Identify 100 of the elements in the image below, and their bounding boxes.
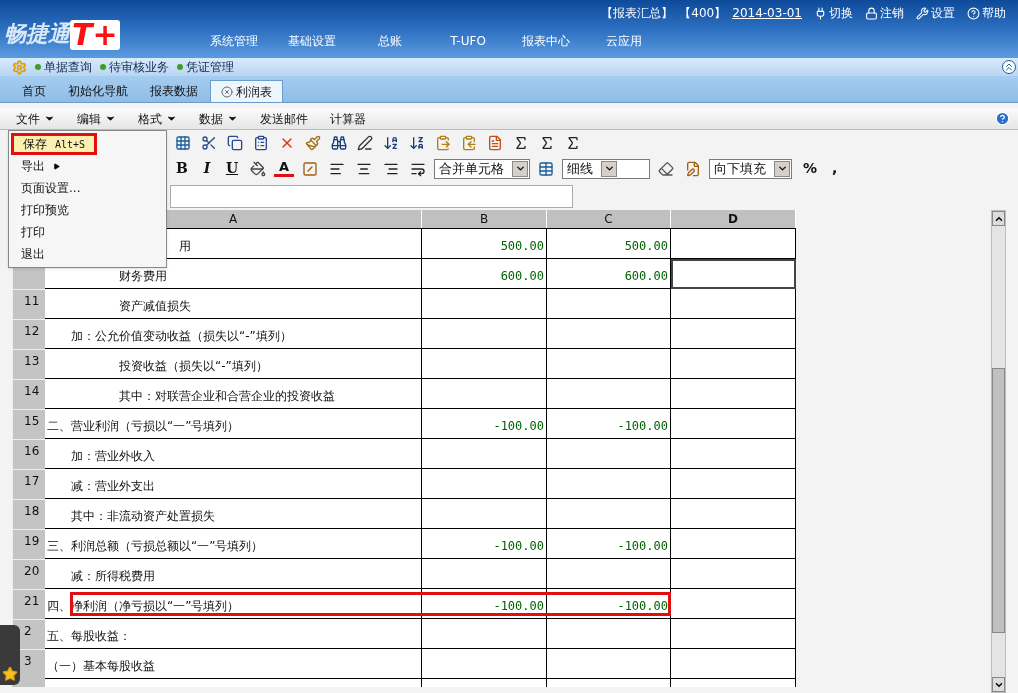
context-label: 【报表汇总】 (601, 5, 674, 22)
header-action[interactable]: 帮助 (967, 4, 1006, 22)
percent-button[interactable]: % (803, 158, 818, 179)
collapse-icon[interactable] (1002, 60, 1016, 74)
table-cell[interactable] (671, 469, 796, 499)
menu-item[interactable]: 格式 (138, 109, 177, 128)
table-cell[interactable] (671, 499, 796, 529)
row-header: 13 (12, 349, 45, 379)
underline-button[interactable]: U (222, 158, 242, 179)
bold-button[interactable]: B (172, 158, 192, 179)
font-color-button[interactable]: A (274, 160, 294, 177)
close-icon[interactable] (221, 85, 233, 98)
table-cell[interactable] (671, 649, 796, 679)
table-cell: 600.00 (422, 259, 547, 289)
nav-item[interactable]: 基础设置 (273, 32, 351, 50)
quick-link[interactable]: 待审核业务 (100, 58, 169, 76)
gear-icon (12, 59, 27, 75)
quick-link[interactable]: 凭证管理 (177, 58, 234, 76)
header-action[interactable]: 注销 (865, 4, 904, 22)
table-cell: 500.00 (422, 229, 547, 259)
table-cell: -100.00 (547, 409, 671, 439)
comma-button[interactable]: , (832, 158, 838, 179)
help-icon[interactable] (995, 111, 1010, 126)
menu-item[interactable]: 计算器 (330, 109, 366, 128)
table-cell: （一）基本每股收益 (45, 649, 422, 679)
tab[interactable]: 初始化导航 (58, 80, 138, 102)
table-cell[interactable] (671, 409, 796, 439)
tab[interactable]: 首页 (12, 80, 56, 102)
table-cell: 二、营业利润（亏损以“一”号填列） (45, 409, 422, 439)
column-header[interactable]: B (422, 210, 547, 228)
table-cell: 600.00 (547, 259, 671, 289)
caret-icon (44, 113, 55, 124)
tab[interactable]: 报表数据 (140, 80, 208, 102)
tab[interactable]: 利润表 (210, 80, 283, 102)
table-cell: 加：营业外收入 (45, 439, 422, 469)
row-header: 18 (12, 499, 45, 529)
plug-icon (814, 6, 827, 20)
row-header: 11 (12, 289, 45, 319)
shortcut-label: Alt+S (55, 137, 86, 152)
table-cell[interactable] (671, 439, 796, 469)
table-cell: 500.00 (547, 229, 671, 259)
scroll-up-icon[interactable] (992, 211, 1005, 226)
wrench-icon (916, 6, 929, 20)
table-cell[interactable] (671, 619, 796, 649)
fill-select[interactable]: 向下填充 (709, 158, 792, 179)
nav-item[interactable]: T-UFO (429, 32, 507, 50)
border-select[interactable]: 细线 (562, 158, 650, 179)
table-cell[interactable] (671, 349, 796, 379)
quick-link[interactable]: 单据查询 (35, 58, 92, 76)
table-cell[interactable] (671, 289, 796, 319)
menu-option[interactable]: 导出 (9, 155, 166, 177)
caret-icon (227, 113, 238, 124)
row-header: 16 (12, 439, 45, 469)
table-cell[interactable] (671, 559, 796, 589)
submenu-arrow-icon (53, 162, 60, 170)
header-action[interactable]: 设置 (916, 4, 955, 22)
scroll-down-icon[interactable] (992, 677, 1005, 692)
table-cell[interactable] (671, 529, 796, 559)
menu-item[interactable]: 文件 (16, 109, 55, 128)
row-header: 15 (12, 409, 45, 439)
table-cell: -100.00 (547, 529, 671, 559)
menu-option[interactable]: 页面设置... (9, 177, 166, 199)
header-action[interactable]: 切换 (814, 4, 853, 22)
formula-field[interactable] (170, 184, 573, 208)
table-cell[interactable] (671, 319, 796, 349)
table-cell: 五、每股收益： (45, 619, 422, 649)
table-cell[interactable] (671, 589, 796, 619)
caret-icon (105, 113, 116, 124)
table-cell[interactable] (671, 229, 796, 259)
help-icon (967, 6, 980, 20)
nav-item[interactable]: 报表中心 (507, 32, 585, 50)
nav-item[interactable]: 总账 (351, 32, 429, 50)
column-header[interactable]: D (671, 210, 796, 228)
favorites-widget[interactable] (0, 625, 20, 685)
date-link[interactable]: 2014-03-01 (732, 4, 802, 22)
nav-item[interactable]: 系统管理 (195, 32, 273, 50)
logo-mark: T+ (70, 20, 120, 50)
table-cell: 三、利润总额（亏损总额以“一”号填列） (45, 529, 422, 559)
selected-cell[interactable] (671, 259, 796, 289)
nav-item[interactable]: 云应用 (585, 32, 663, 50)
caret-icon (166, 113, 177, 124)
table-cell: 其中：非流动资产处置损失 (45, 499, 422, 529)
menu-item[interactable]: 数据 (199, 109, 238, 128)
star-icon (2, 666, 18, 682)
menu-item[interactable]: 发送邮件 (260, 109, 308, 128)
row-header: 14 (12, 379, 45, 409)
table-cell: 减：所得税费用 (45, 559, 422, 589)
menu-item[interactable]: 编辑 (77, 109, 116, 128)
table-cell: 其中：对联营企业和合营企业的投资收益 (45, 379, 422, 409)
table-cell: -100.00 (422, 409, 547, 439)
lock-icon (865, 6, 878, 20)
table-cell: 减：营业外支出 (45, 469, 422, 499)
table-cell[interactable] (671, 379, 796, 409)
italic-button[interactable]: I (197, 158, 217, 179)
column-header[interactable]: C (547, 210, 671, 228)
merge-select[interactable]: 合并单元格 (434, 158, 530, 179)
scrollbar-thumb[interactable] (992, 368, 1005, 633)
row-header: 12 (12, 319, 45, 349)
scrollbar[interactable] (991, 210, 1006, 693)
menu-option[interactable]: 保存 Alt+S (11, 133, 97, 155)
